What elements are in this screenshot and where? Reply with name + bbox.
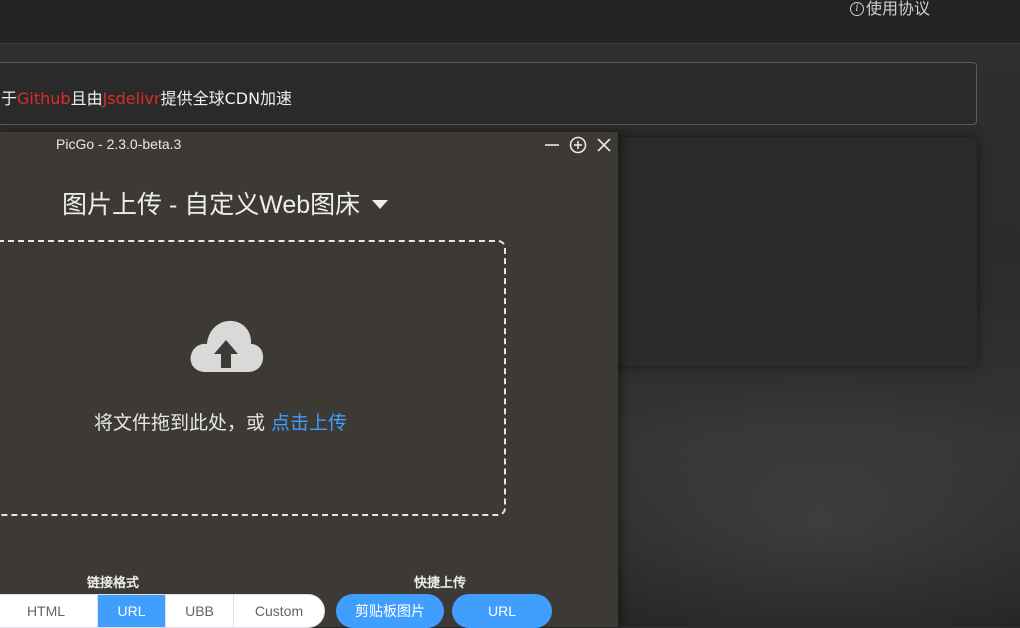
link-format-group: HTML URL UBB Custom: [0, 594, 325, 628]
url-upload-button[interactable]: URL: [452, 594, 552, 628]
window-title: PicGo - 2.3.0-beta.3: [56, 136, 182, 152]
link-format-label: 链接格式: [87, 576, 140, 591]
clipboard-upload-button[interactable]: 剪贴板图片: [336, 594, 444, 628]
terms-label: 使用协议: [865, 0, 930, 18]
format-option-html[interactable]: HTML: [0, 595, 98, 627]
upload-dropzone[interactable]: [0, 240, 506, 516]
pin-button[interactable]: [567, 134, 589, 156]
terms-link[interactable]: i 使用协议: [849, 0, 930, 18]
picgo-window: PicGo - 2.3.0-beta.3 图片上传 - 自定义Web图床 将文件…: [0, 132, 618, 628]
click-upload-link[interactable]: 点击上传: [271, 412, 347, 434]
info-icon: i: [849, 2, 864, 16]
close-button[interactable]: [593, 134, 615, 156]
jsdelivr-link[interactable]: Jsdelivr: [103, 89, 161, 108]
github-link[interactable]: Github: [17, 89, 71, 108]
close-icon: [597, 138, 611, 152]
format-option-custom[interactable]: Custom: [234, 595, 324, 627]
notice-prefix: 于: [1, 89, 18, 108]
add-circle-icon: [569, 136, 587, 154]
drop-hint: 将文件拖到此处，或 点击上传: [94, 408, 347, 435]
quick-upload-label: 快捷上传: [414, 576, 467, 591]
caret-down-icon: [372, 200, 389, 209]
background-upload-panel: [600, 137, 977, 366]
uploader-selector[interactable]: 图片上传 - 自定义Web图床: [62, 185, 389, 221]
minimize-icon: [545, 144, 559, 146]
site-header: i 使用协议: [0, 0, 1020, 44]
drop-hint-text: 将文件拖到此处，或: [94, 412, 272, 434]
uploader-title: 图片上传 - 自定义Web图床: [62, 191, 361, 219]
notice-banner: 于Github且由Jsdelivr提供全球CDN加速: [0, 62, 977, 125]
format-option-ubb[interactable]: UBB: [166, 595, 234, 627]
notice-text: 于Github且由Jsdelivr提供全球CDN加速: [1, 85, 292, 109]
minimize-button[interactable]: [541, 134, 563, 156]
notice-suffix: 提供全球CDN加速: [160, 89, 293, 108]
notice-mid: 且由: [70, 89, 103, 108]
format-option-url[interactable]: URL: [98, 595, 166, 627]
cloud-upload-icon: [190, 320, 264, 372]
